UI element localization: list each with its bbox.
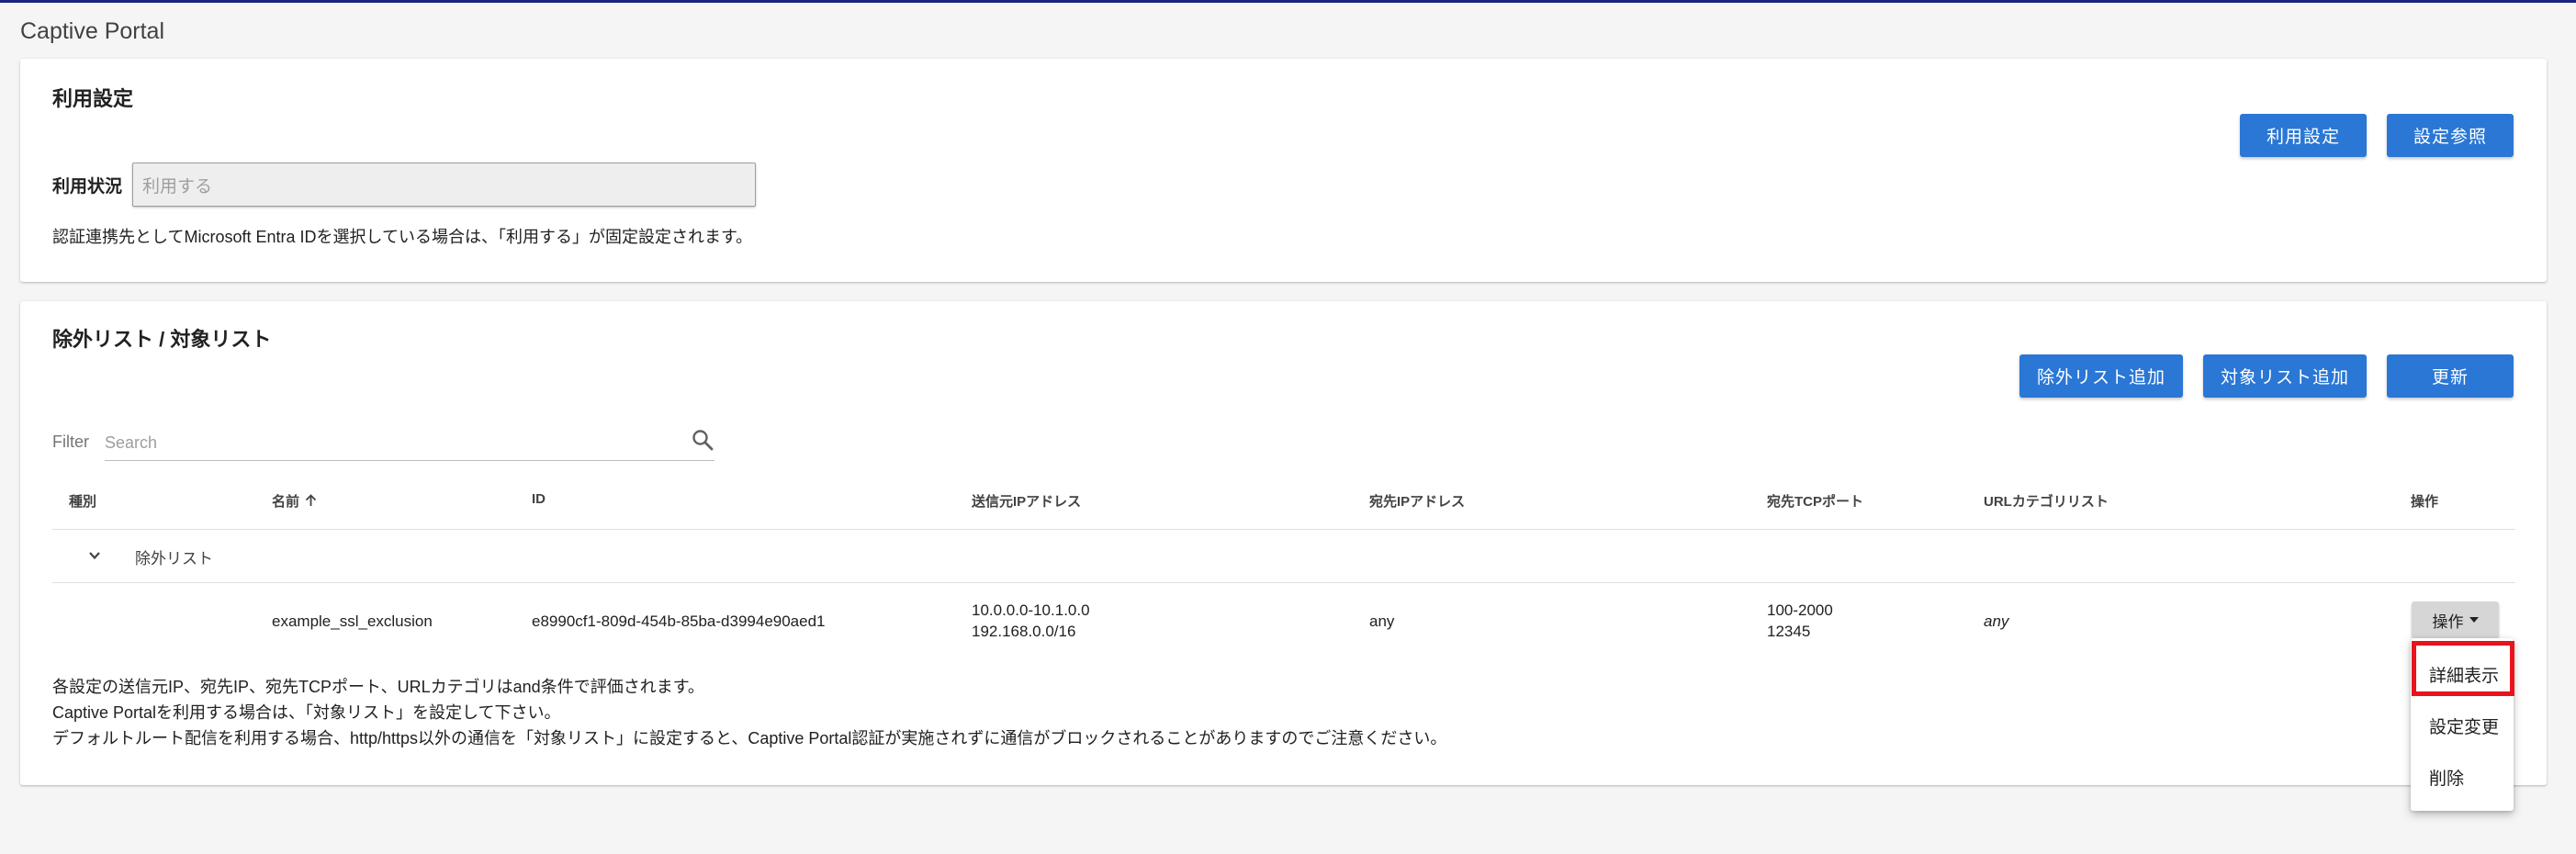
cell-id: e8990cf1-809d-454b-85ba-d3994e90aed1 [532, 612, 826, 630]
refresh-button[interactable]: 更新 [2387, 354, 2514, 398]
cell-dst-port-line-1: 100-2000 [1767, 601, 1833, 619]
cell-dst-port-line-2: 12345 [1767, 623, 1811, 640]
column-header-id: ID [532, 491, 546, 507]
note-line-2: Captive Portalを利用する場合は、「対象リスト」を設定して下さい。 [52, 703, 561, 722]
sort-ascending-icon[interactable] [305, 494, 317, 511]
search-input[interactable] [105, 430, 656, 455]
add-target-list-button[interactable]: 対象リスト追加 [2203, 354, 2367, 398]
cell-src-ip: 10.0.0.0-10.1.0.0 192.168.0.0/16 [972, 600, 1090, 642]
cell-name: example_ssl_exclusion [272, 612, 433, 630]
column-header-src-ip: 送信元IPアドレス [972, 494, 1082, 510]
group-row-exclusion[interactable]: 除外リスト [52, 530, 2515, 581]
cell-dst-ip: any [1369, 612, 1395, 630]
cell-src-ip-line-2: 192.168.0.0/16 [972, 623, 1076, 640]
column-header-name-label: 名前 [272, 494, 300, 510]
add-exclusion-list-button[interactable]: 除外リスト追加 [2019, 354, 2183, 398]
column-header-type: 種別 [69, 494, 97, 510]
caret-down-icon [2469, 617, 2479, 623]
column-header-name[interactable]: 名前 [272, 491, 317, 511]
group-label: 除外リスト [135, 550, 213, 567]
note-line-1: 各設定の送信元IP、宛先IP、宛先TCPポート、URLカテゴリはand条件で評価… [52, 678, 704, 696]
column-header-dst-port: 宛先TCPポート [1767, 494, 1864, 510]
top-accent-bar [0, 0, 2576, 3]
page-title: Captive Portal [20, 18, 165, 44]
usage-settings-title: 利用設定 [52, 87, 134, 110]
view-settings-button[interactable]: 設定参照 [2387, 114, 2514, 157]
group-divider [52, 582, 2515, 583]
cell-src-ip-line-1: 10.0.0.0-10.1.0.0 [972, 601, 1090, 619]
row-actions-button[interactable]: 操作 [2412, 601, 2499, 638]
search-box [105, 424, 714, 461]
column-header-actions: 操作 [2411, 494, 2439, 510]
filter-label: Filter [52, 433, 89, 451]
usage-status-field: 利用する [132, 163, 756, 207]
column-header-url-category: URLカテゴリリスト [1984, 494, 2109, 510]
usage-settings-button[interactable]: 利用設定 [2240, 114, 2367, 157]
chevron-down-icon[interactable] [85, 546, 104, 565]
search-icon[interactable] [691, 428, 714, 452]
menu-item-edit[interactable]: 設定変更 [2429, 714, 2499, 738]
column-header-dst-ip: 宛先IPアドレス [1369, 494, 1466, 510]
cell-dst-port: 100-2000 12345 [1767, 600, 1833, 642]
usage-note: 認証連携先としてMicrosoft Entra IDを選択している場合は、「利用… [52, 228, 753, 246]
highlight-box [2412, 641, 2514, 696]
usage-status-label: 利用状況 [52, 177, 123, 197]
lists-card: 除外リスト / 対象リスト 除外リスト追加 対象リスト追加 更新 Filter … [20, 301, 2547, 785]
menu-item-delete[interactable]: 削除 [2429, 765, 2464, 790]
lists-title: 除外リスト / 対象リスト [52, 328, 272, 351]
usage-settings-card: 利用設定 利用設定 設定参照 利用状況 利用する 認証連携先としてMicroso… [20, 59, 2547, 282]
cell-url-category: any [1984, 612, 2009, 630]
row-actions-label: 操作 [2432, 612, 2464, 631]
note-line-3: デフォルトルート配信を利用する場合、http/https以外の通信を「対象リスト… [52, 729, 1447, 747]
